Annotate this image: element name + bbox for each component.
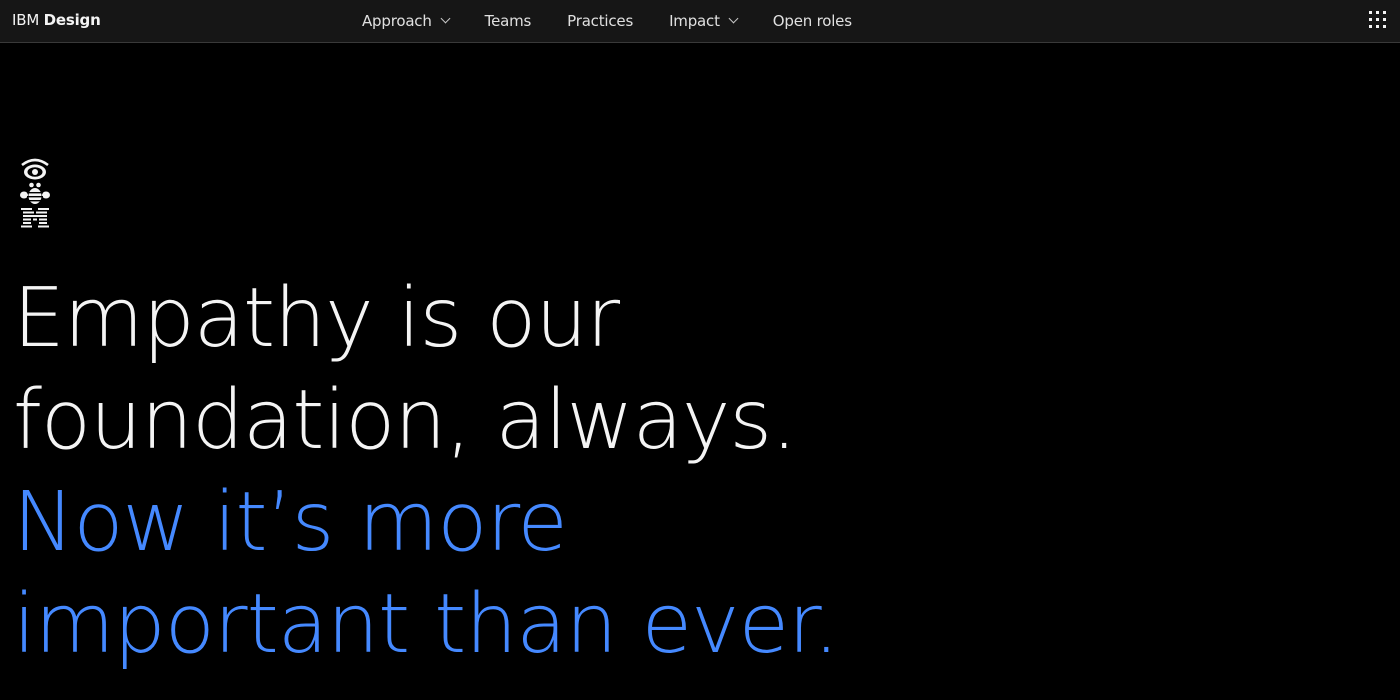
nav-item-practices[interactable]: Practices <box>549 0 651 42</box>
nav-item-label: Open roles <box>772 12 852 30</box>
nav-item-teams[interactable]: Teams <box>467 0 549 42</box>
app-switcher-grid-icon <box>1369 11 1387 29</box>
brand-logo-link[interactable]: IBM Design <box>12 0 101 42</box>
nav-item-impact[interactable]: Impact <box>651 0 755 42</box>
nav-item-label: Teams <box>484 12 532 30</box>
headline-accent-line: Now it’s more <box>13 475 568 570</box>
nav-item-label: Approach <box>362 12 432 30</box>
chevron-down-icon <box>440 13 451 24</box>
nav-item-label: Impact <box>669 12 720 30</box>
nav-item-open-roles[interactable]: Open roles <box>755 0 870 42</box>
headline-line: Empathy is our <box>13 271 620 366</box>
brand-prefix: IBM <box>12 11 40 29</box>
hero-headline: Empathy is our foundation, always. Now i… <box>13 268 839 676</box>
headline-line: foundation, always. <box>13 373 797 468</box>
nav-item-approach[interactable]: Approach <box>344 0 467 42</box>
app-switcher-button[interactable] <box>1358 0 1400 42</box>
chevron-down-icon <box>728 13 739 24</box>
eye-bee-m-rebus-icon <box>20 158 50 228</box>
headline-accent-line: important than ever. <box>13 577 839 672</box>
main-nav: Approach Teams Practices Impact Open rol… <box>344 0 870 42</box>
brand-name: Design <box>43 11 101 29</box>
nav-item-label: Practices <box>567 12 634 30</box>
top-navigation-bar: IBM Design Approach Teams Practices Impa… <box>0 0 1400 43</box>
